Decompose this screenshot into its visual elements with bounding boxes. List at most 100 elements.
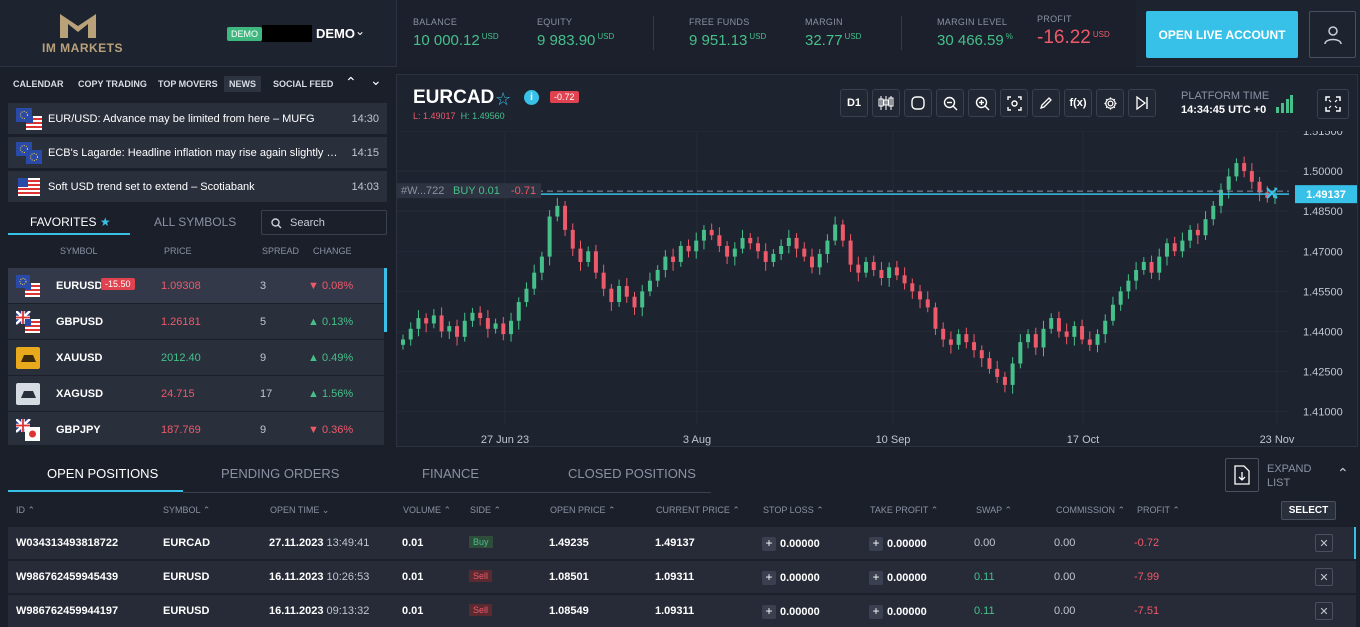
col-swap[interactable]: SWAP ⌃ bbox=[976, 505, 1012, 516]
close-icon[interactable]: ✕ bbox=[1315, 602, 1333, 620]
take-profit-field[interactable]: +0.00000 bbox=[869, 605, 927, 619]
tab-open-positions[interactable]: OPEN POSITIONS bbox=[47, 466, 158, 481]
tab-top-movers[interactable]: TOP MOVERS bbox=[158, 79, 218, 89]
candle-body bbox=[509, 320, 514, 335]
candle-body bbox=[802, 248, 807, 257]
candle-body bbox=[1234, 163, 1239, 177]
tab-finance[interactable]: FINANCE bbox=[422, 466, 479, 481]
col-symbol[interactable]: SYMBOL bbox=[60, 246, 98, 256]
col-spread[interactable]: SPREAD bbox=[262, 246, 299, 256]
symbol-row[interactable]: XAUUSD 2012.40 9 ▲ 0.49% bbox=[8, 340, 384, 375]
gb-us-flag-icon bbox=[16, 311, 40, 333]
col-open-price[interactable]: OPEN PRICE ⌃ bbox=[550, 505, 616, 516]
symbol-row[interactable]: GBPUSD 1.26181 5 ▲ 0.13% bbox=[8, 304, 384, 339]
open-live-account-button[interactable]: OPEN LIVE ACCOUNT bbox=[1146, 11, 1298, 58]
col-volume[interactable]: VOLUME ⌃ bbox=[403, 505, 451, 516]
plus-icon: + bbox=[869, 605, 883, 619]
price-chart[interactable]: 1.51500 1.50000 1.48500 1.47000 1.45500 1.440… bbox=[397, 131, 1357, 447]
candle-body bbox=[485, 318, 490, 329]
tab-favorites[interactable]: FAVORITES ★ bbox=[8, 209, 130, 235]
candle-body bbox=[902, 275, 907, 284]
tab-closed-positions[interactable]: CLOSED POSITIONS bbox=[568, 466, 696, 481]
chevron-up-icon[interactable]: ⌃ bbox=[345, 74, 357, 91]
chart-panel: EURCAD ☆ i -0.72 L: 1.49017 H: 1.49560 D… bbox=[396, 74, 1358, 447]
candle-body bbox=[678, 245, 683, 262]
tab-copy-trading[interactable]: COPY TRADING bbox=[78, 79, 147, 89]
download-icon[interactable] bbox=[1225, 458, 1259, 492]
col-change[interactable]: CHANGE bbox=[313, 246, 352, 256]
stat-balance: BALANCE 10 000.12 USD bbox=[413, 17, 499, 49]
news-item[interactable]: ECB's Lagarde: Headline inflation may ri… bbox=[8, 137, 387, 168]
col-id[interactable]: ID ⌃ bbox=[16, 505, 35, 516]
zoom-in-icon[interactable] bbox=[968, 89, 996, 117]
screenshot-icon[interactable] bbox=[1000, 89, 1028, 117]
candle-body bbox=[1049, 318, 1054, 329]
col-commission[interactable]: COMMISSION ⌃ bbox=[1056, 505, 1125, 516]
candle-body bbox=[995, 368, 1000, 377]
stop-loss-field[interactable]: +0.00000 bbox=[762, 537, 820, 551]
candle-body bbox=[918, 291, 923, 300]
indicators-icon[interactable]: f(x) bbox=[1064, 89, 1092, 117]
candlestick-icon[interactable] bbox=[872, 89, 900, 117]
tab-news[interactable]: NEWS bbox=[224, 76, 261, 92]
candle-body bbox=[1056, 318, 1061, 332]
symbol-name: EURUSD bbox=[56, 280, 103, 292]
fullscreen-icon[interactable] bbox=[1317, 89, 1349, 119]
tab-pending-orders[interactable]: PENDING ORDERS bbox=[221, 466, 339, 481]
gold-icon bbox=[16, 347, 40, 369]
symbol-name: XAGUSD bbox=[56, 388, 104, 400]
expand-list-label[interactable]: EXPAND LIST bbox=[1267, 462, 1327, 490]
take-profit-field[interactable]: +0.00000 bbox=[869, 571, 927, 585]
col-price[interactable]: PRICE bbox=[164, 246, 192, 256]
col-side[interactable]: SIDE ⌃ bbox=[470, 505, 501, 516]
col-stop-loss[interactable]: STOP LOSS ⌃ bbox=[763, 505, 824, 516]
user-icon[interactable] bbox=[1309, 11, 1356, 58]
table-row[interactable]: W034313493818722 EURCAD 27.11.2023 13:49… bbox=[8, 527, 1356, 559]
stat-free-funds: FREE FUNDS 9 951.13 USD bbox=[689, 17, 767, 49]
table-row[interactable]: W986762459945439 EURUSD 16.11.2023 10:26… bbox=[8, 561, 1356, 593]
take-profit-field[interactable]: +0.00000 bbox=[869, 537, 927, 551]
col-open-time[interactable]: OPEN TIME ⌄ bbox=[270, 505, 329, 516]
zoom-out-icon[interactable] bbox=[936, 89, 964, 117]
star-icon[interactable]: ☆ bbox=[495, 89, 511, 110]
signal-icon bbox=[1276, 95, 1293, 113]
info-icon[interactable]: i bbox=[524, 90, 539, 105]
candle-body bbox=[1095, 334, 1100, 345]
close-icon[interactable]: ✕ bbox=[1315, 568, 1333, 586]
y-tick-label: 1.45500 bbox=[1303, 286, 1343, 298]
shape-icon[interactable] bbox=[904, 89, 932, 117]
x-tick-label: 27 Jun 23 bbox=[481, 434, 529, 446]
symbol-row[interactable]: GBPJPY 187.769 9 ▼ 0.36% bbox=[8, 412, 384, 445]
chevron-down-icon[interactable]: ⌄ bbox=[370, 72, 382, 89]
symbol-row[interactable]: XAGUSD 24.715 17 ▲ 1.56% bbox=[8, 376, 384, 411]
stop-loss-field[interactable]: +0.00000 bbox=[762, 605, 820, 619]
col-profit[interactable]: PROFIT ⌃ bbox=[1137, 505, 1180, 516]
candle-body bbox=[1134, 269, 1139, 281]
account-name[interactable]: DEMO bbox=[316, 26, 355, 41]
col-current-price[interactable]: CURRENT PRICE ⌃ bbox=[656, 505, 740, 516]
table-row[interactable]: W986762459944197 EURUSD 16.11.2023 09:13… bbox=[8, 595, 1356, 627]
pencil-icon[interactable] bbox=[1032, 89, 1060, 117]
chevron-up-icon[interactable]: ⌃ bbox=[1337, 465, 1349, 482]
search-input[interactable]: Search bbox=[261, 210, 387, 235]
tab-all-symbols[interactable]: ALL SYMBOLS bbox=[154, 215, 236, 229]
candle-body bbox=[910, 283, 915, 292]
stat-profit: PROFIT -16.22 USD bbox=[1037, 14, 1110, 48]
news-item[interactable]: Soft USD trend set to extend – Scotiaban… bbox=[8, 171, 387, 202]
select-button[interactable]: SELECT bbox=[1281, 501, 1336, 520]
news-item[interactable]: EUR/USD: Advance may be limited from her… bbox=[8, 103, 387, 134]
logo[interactable]: IM MARKETS bbox=[36, 12, 126, 56]
stop-loss-field[interactable]: +0.00000 bbox=[762, 571, 820, 585]
timeframe-button[interactable]: D1 bbox=[840, 89, 868, 117]
col-take-profit[interactable]: TAKE PROFIT ⌃ bbox=[870, 505, 938, 516]
chevron-down-icon[interactable]: ⌄ bbox=[355, 24, 365, 38]
candle-body bbox=[516, 302, 521, 321]
gear-icon[interactable] bbox=[1096, 89, 1124, 117]
close-icon[interactable]: ✕ bbox=[1315, 534, 1333, 552]
symbol-row[interactable]: EURUSD -15.50 1.09308 3 ▼ 0.08% bbox=[8, 268, 384, 303]
col-symbol[interactable]: SYMBOL ⌃ bbox=[163, 505, 210, 516]
skip-forward-icon[interactable] bbox=[1128, 89, 1156, 117]
candle-body bbox=[1188, 229, 1193, 241]
tab-calendar[interactable]: CALENDAR bbox=[13, 79, 64, 89]
tab-social-feed[interactable]: SOCIAL FEED bbox=[273, 79, 333, 89]
